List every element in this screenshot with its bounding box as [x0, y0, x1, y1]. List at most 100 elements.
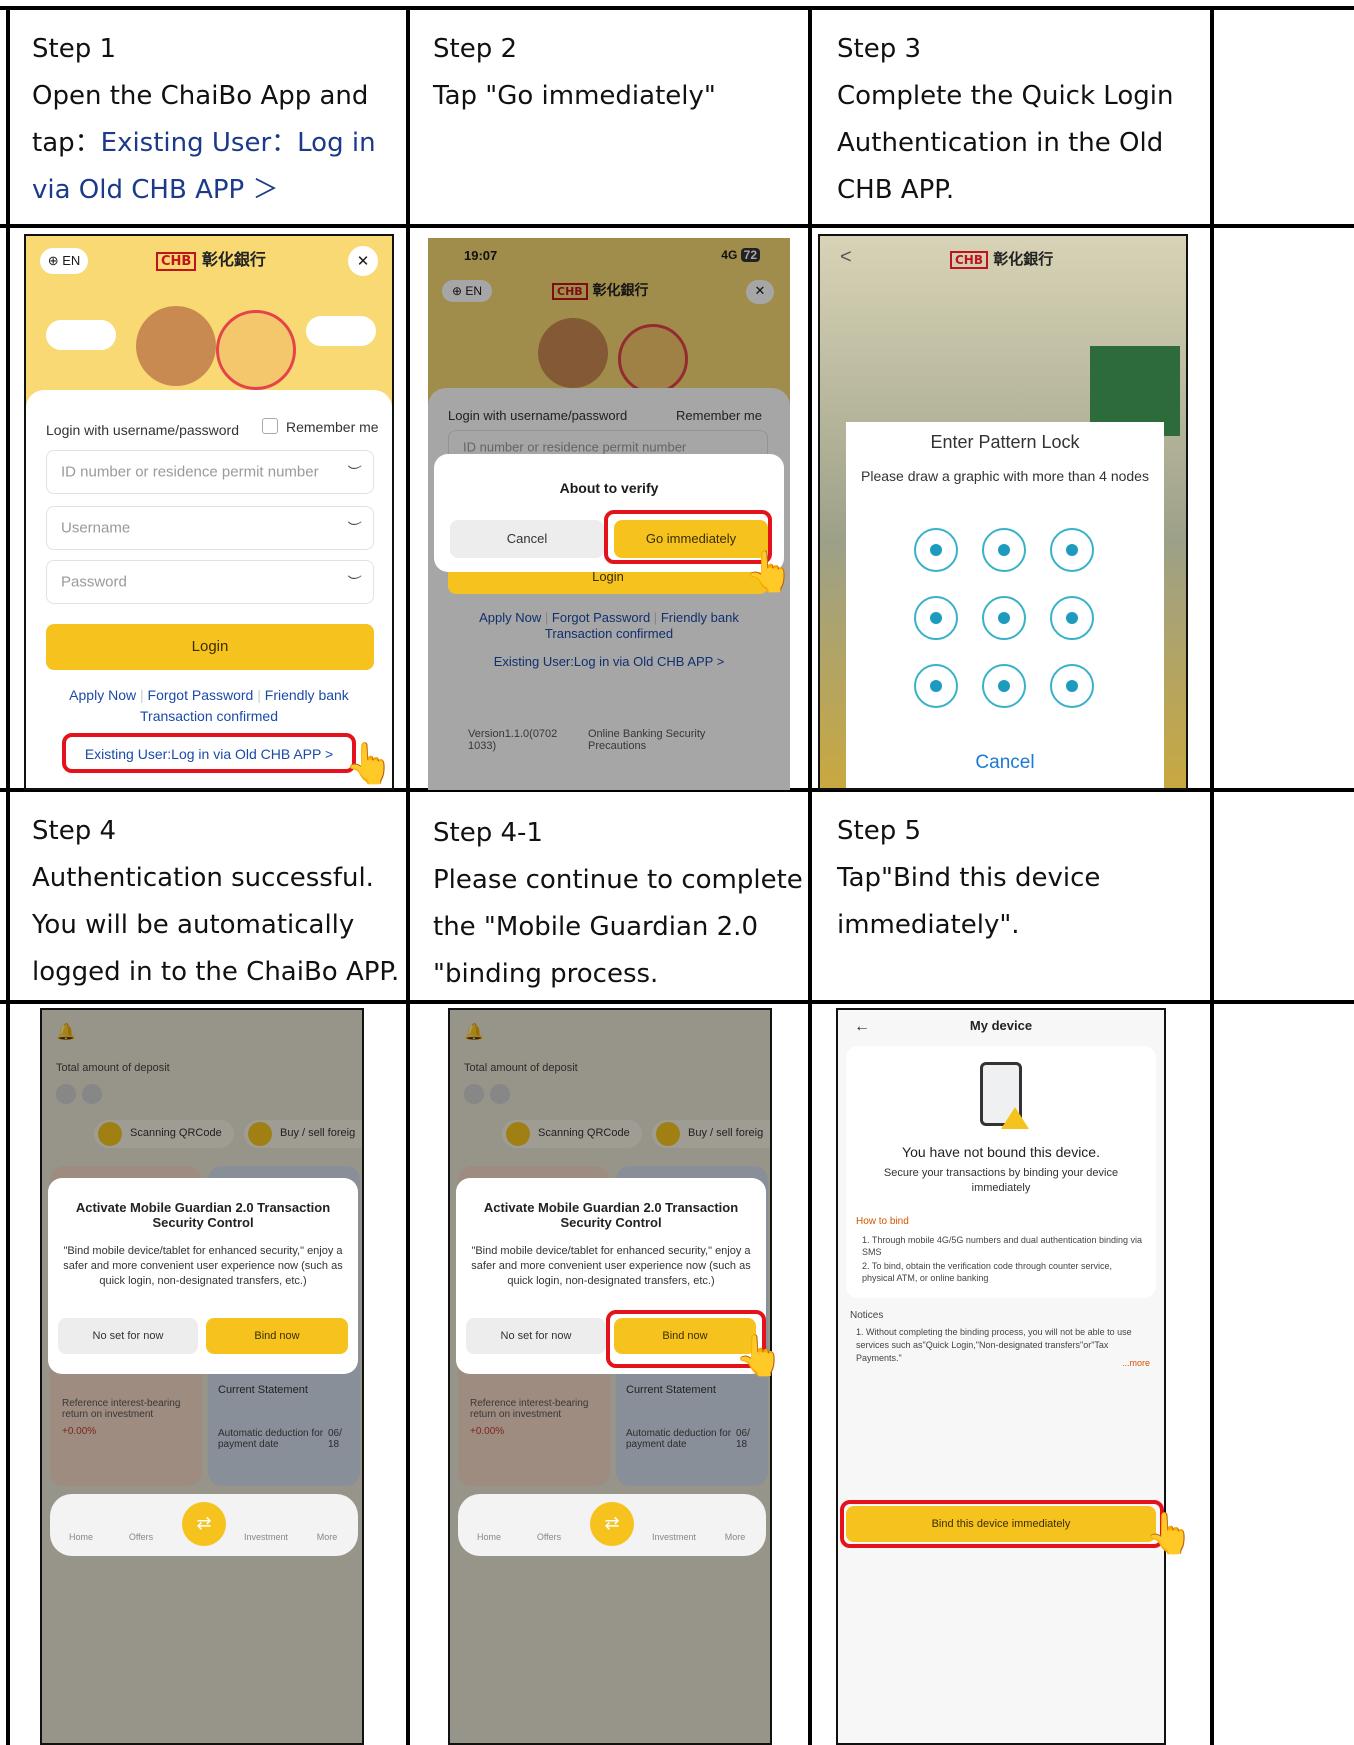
no-set-button[interactable]: No set for now — [58, 1318, 198, 1354]
remember-checkbox[interactable] — [262, 418, 278, 434]
username-input[interactable]: Username ︶ — [46, 506, 374, 550]
pattern-cancel-button[interactable]: Cancel — [846, 752, 1164, 774]
step-title: Step 2 — [433, 34, 518, 64]
step-title: Step 5 — [837, 816, 922, 846]
mascot-dog — [136, 306, 216, 386]
step-desc: Authentication in the Old — [837, 128, 1164, 158]
tab-more[interactable]: More — [710, 1532, 760, 1542]
device-card: You have not bound this device. Secure y… — [846, 1046, 1156, 1298]
bank-logo-mark: CHB — [156, 252, 197, 271]
pattern-node[interactable] — [982, 664, 1026, 708]
phone-warning-icon — [980, 1062, 1029, 1129]
warning-triangle — [1001, 1107, 1029, 1129]
table-border — [1210, 6, 1214, 1745]
table-border — [0, 6, 1354, 10]
step-5-text: Step 5 Tap"Bind this device immediately"… — [837, 808, 1207, 949]
pointing-hand-icon: 👆 — [744, 549, 794, 595]
tab-investment[interactable]: Investment — [236, 1532, 296, 1542]
step-link: Existing User：Log in — [100, 128, 376, 158]
cancel-button[interactable]: Cancel — [450, 520, 604, 558]
verify-screenshot: 19:07 4G 72 ⊕ EN CHB 彰化銀行 ✕ Login with u… — [428, 238, 790, 790]
step-desc: CHB APP. — [837, 175, 955, 205]
pattern-node[interactable] — [914, 664, 958, 708]
forgot-password-link[interactable]: Forgot Password — [148, 687, 254, 703]
login-screenshot: ⊕ EN CHB 彰化銀行 ✕ Login with username/pass… — [24, 234, 394, 790]
secure-text: Secure your transactions by binding your… — [883, 1167, 1119, 1194]
more-link[interactable]: ...more — [1122, 1358, 1150, 1368]
step-desc: Tap "Go immediately" — [433, 81, 716, 111]
page-title: My device — [969, 1018, 1033, 1033]
pattern-node[interactable] — [914, 596, 958, 640]
notices-label: Notices — [850, 1310, 884, 1321]
username-placeholder: Username — [61, 519, 131, 537]
tab-offers[interactable]: Offers — [524, 1532, 574, 1542]
pattern-node[interactable] — [982, 528, 1026, 572]
eye-closed-icon[interactable]: ︶ — [345, 462, 359, 482]
dialog-title: About to verify — [559, 480, 659, 496]
step-desc: "binding process. — [433, 959, 659, 989]
step-desc: Please continue to complete — [433, 865, 803, 895]
login-button[interactable]: Login — [46, 624, 374, 670]
how-step-2: 2. To bind, obtain the verification code… — [862, 1261, 1112, 1283]
tab-bar: Home Offers ⇄ Investment More — [458, 1494, 766, 1556]
transaction-confirmed-link[interactable]: Transaction confirmed — [26, 708, 392, 724]
login-method-label: Login with username/password — [46, 422, 239, 438]
pattern-dialog: Enter Pattern Lock Please draw a graphic… — [846, 422, 1164, 788]
tab-home[interactable]: Home — [56, 1532, 106, 1542]
password-placeholder: Password — [61, 573, 127, 591]
step-desc: logged in to the ChaiBo APP. — [32, 957, 400, 987]
step-desc-prefix: tap： — [32, 128, 101, 158]
step-desc: You will be automatically — [32, 910, 355, 940]
notice-1: 1. Without completing the binding proces… — [856, 1327, 1132, 1363]
pointing-hand-icon: 👆 — [344, 741, 394, 787]
tab-home[interactable]: Home — [464, 1532, 514, 1542]
back-arrow-icon[interactable]: < — [840, 246, 852, 269]
step-title: Step 4-1 — [433, 818, 543, 848]
tab-offers[interactable]: Offers — [116, 1532, 166, 1542]
step-desc: tap：Existing User：Log in — [32, 120, 402, 167]
bind-now-button[interactable]: Bind now — [206, 1318, 348, 1354]
cloud-decoration — [306, 316, 376, 346]
pointing-hand-icon: 👆 — [734, 1333, 784, 1379]
step-title: Step 3 — [837, 34, 922, 64]
pattern-node[interactable] — [982, 596, 1026, 640]
eye-closed-icon[interactable]: ︶ — [345, 572, 359, 592]
table-border — [808, 6, 812, 1745]
friendly-bank-link[interactable]: Friendly bank — [265, 687, 349, 703]
apply-now-link[interactable]: Apply Now — [69, 687, 136, 703]
pattern-node[interactable] — [1050, 596, 1094, 640]
dialog-title: Activate Mobile Guardian 2.0 Transaction… — [75, 1200, 331, 1230]
step-desc: immediately". — [837, 910, 1020, 940]
close-icon[interactable]: ✕ — [348, 246, 378, 276]
pattern-node[interactable] — [914, 528, 958, 572]
pattern-screenshot: < CHB 彰化銀行 Enter Pattern Lock Please dra… — [818, 234, 1188, 790]
home-screenshot-2: 🔔 Total amount of deposit Scanning QRCod… — [448, 1008, 772, 1745]
password-input[interactable]: Password ︶ — [46, 560, 374, 604]
link-row: Apply Now | Forgot Password | Friendly b… — [26, 687, 392, 703]
pattern-title: Enter Pattern Lock — [930, 432, 1080, 452]
id-input[interactable]: ID number or residence permit number ︶ — [46, 450, 374, 494]
language-toggle[interactable]: ⊕ EN — [40, 248, 88, 274]
pattern-node[interactable] — [1050, 528, 1094, 572]
step-desc: Open the ChaiBo App and — [32, 81, 369, 111]
transfer-icon[interactable]: ⇄ — [590, 1502, 634, 1546]
step-4-text: Step 4 Authentication successful. You wi… — [32, 808, 402, 996]
no-set-button[interactable]: No set for now — [466, 1318, 606, 1354]
cloud-decoration — [46, 320, 116, 350]
step-desc: Tap"Bind this device — [837, 863, 1101, 893]
pattern-node[interactable] — [1050, 664, 1094, 708]
device-screenshot: ← My device You have not bound this devi… — [836, 1008, 1166, 1745]
not-bound-text: You have not bound this device. — [902, 1144, 1100, 1160]
step-4-1-text: Step 4-1 Please continue to complete the… — [433, 810, 803, 998]
step-desc: the "Mobile Guardian 2.0 — [433, 912, 758, 942]
pattern-subtitle: Please draw a graphic with more than 4 n… — [861, 468, 1149, 484]
tab-investment[interactable]: Investment — [644, 1532, 704, 1542]
transfer-icon[interactable]: ⇄ — [182, 1502, 226, 1546]
guardian-dialog: Activate Mobile Guardian 2.0 Transaction… — [48, 1178, 358, 1374]
table-border — [0, 224, 1354, 228]
tab-more[interactable]: More — [302, 1532, 352, 1542]
step-link: via Old CHB APP ＞ — [32, 175, 279, 205]
eye-closed-icon[interactable]: ︶ — [345, 518, 359, 538]
table-border — [0, 1000, 1354, 1004]
bank-logo: CHB 彰化銀行 — [156, 246, 266, 271]
